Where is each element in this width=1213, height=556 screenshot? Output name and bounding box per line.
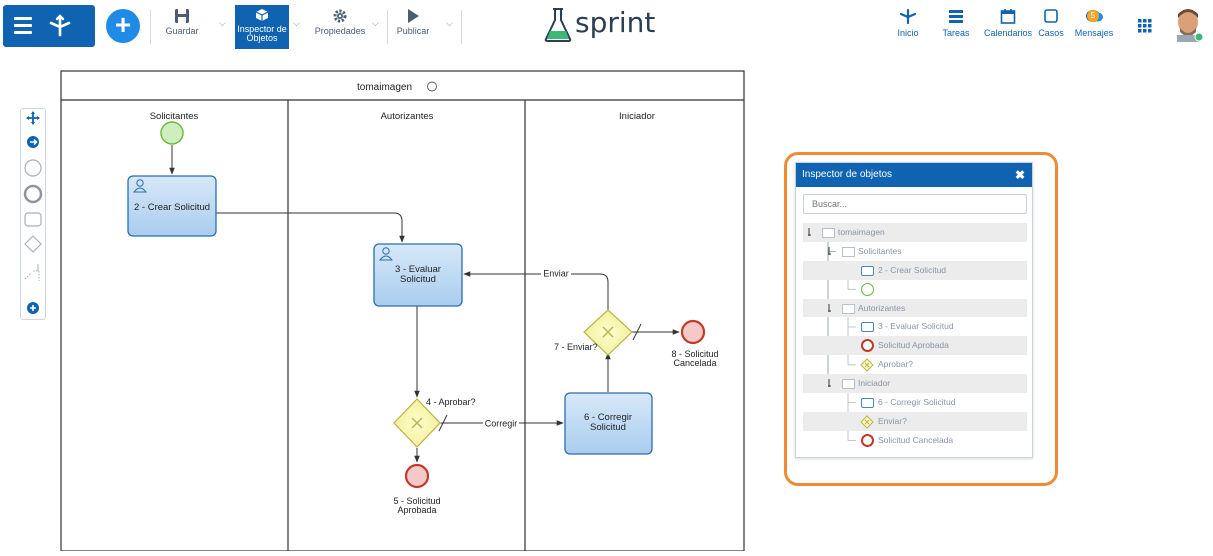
tree-node-lane[interactable]: Solicitantes (803, 242, 1027, 261)
home-process-icon (899, 8, 917, 25)
connector-icon[interactable] (24, 264, 40, 281)
expand-arrow-icon[interactable] (828, 303, 836, 313)
diagram-canvas[interactable]: tomaimagen Solicitantes Autorizantes Ini… (60, 70, 750, 556)
shape-palette (20, 108, 46, 320)
tree-node-task[interactable]: 6 - Corregir Solicitud (803, 393, 1027, 412)
flow-label-corregir: Corregir (485, 419, 518, 429)
play-icon (408, 9, 419, 23)
tasks-icon (949, 10, 963, 23)
lane-title-autorizantes: Autorizantes (381, 111, 434, 122)
apps-grid-icon[interactable] (1138, 19, 1152, 33)
pool-title: tomaimagen (357, 82, 412, 93)
nav-inicio[interactable]: Inicio (893, 8, 923, 38)
pool[interactable] (60, 70, 745, 552)
tree-node-end-event[interactable]: Solicitud Cancelada (803, 431, 1027, 450)
publish-button[interactable]: Publicar (393, 8, 433, 48)
messages-badge: 5 (1087, 10, 1099, 22)
task-evaluar-solicitud[interactable]: 3 - Evaluar Solicitud (373, 243, 463, 307)
chevron-down-icon[interactable]: ⌵ (293, 18, 300, 29)
inspector-search-input[interactable] (803, 194, 1027, 214)
tree-node-gateway[interactable]: Enviar? (803, 411, 1027, 431)
tree-node-pool[interactable]: tomaimagen (803, 223, 1027, 242)
end-event-aprobada[interactable] (404, 463, 430, 489)
inspector-title: Inspector de objetos (802, 169, 893, 180)
lane-title-solicitantes: Solicitantes (150, 111, 199, 122)
calendar-icon (1000, 9, 1016, 24)
lane-title-iniciador: Iniciador (619, 111, 655, 122)
move-tool-icon[interactable] (26, 111, 40, 125)
flow-label-enviar: Enviar (543, 269, 569, 279)
chevron-down-icon[interactable]: ⌵ (446, 18, 453, 29)
expand-arrow-icon[interactable] (808, 228, 816, 237)
save-icon (175, 9, 189, 23)
gateway-label-enviar: 7 - Enviar? (554, 342, 598, 352)
top-toolbar: + Guardar ⌵ Inspector de Objetos ⌵ Propi… (0, 0, 1213, 52)
toolbar-separator (150, 10, 151, 44)
inspector-header: Inspector de objetos ✖ (796, 163, 1032, 187)
end-event-icon[interactable] (23, 184, 43, 204)
end-label: Aprobada (397, 505, 436, 515)
task-corregir-solicitud[interactable]: 6 - Corregir Solicitud (564, 392, 653, 455)
gateway-icon (860, 358, 874, 372)
nav-tareas[interactable]: Tareas (939, 8, 973, 38)
properties-button[interactable]: Propiedades (312, 8, 368, 48)
gateway-icon (860, 415, 874, 429)
chevron-down-icon[interactable]: ⌵ (219, 18, 226, 29)
end-event-icon (861, 433, 874, 447)
chevron-down-icon[interactable]: ⌵ (372, 18, 379, 29)
gear-icon (333, 9, 347, 23)
end-label: Cancelada (673, 358, 716, 368)
nav-casos[interactable]: Casos (1037, 8, 1065, 38)
gateway-label-aprobar: 4 - Aprobar? (426, 397, 476, 407)
object-tree: tomaimagen Solicitantes 2 - Crear Solici… (803, 223, 1027, 450)
inspector-button[interactable]: Inspector de Objetos (235, 5, 289, 49)
gateway-icon[interactable] (24, 235, 42, 253)
task-label: Solicitud (400, 274, 436, 285)
process-logo-icon (49, 14, 71, 37)
tree-node-lane[interactable]: Autorizantes (803, 298, 1027, 318)
expand-arrow-icon[interactable] (828, 379, 836, 388)
toolbar-separator (387, 10, 388, 44)
nav-calendarios[interactable]: Calendarios (980, 8, 1036, 38)
hamburger-icon[interactable] (14, 17, 32, 35)
add-button[interactable]: + (106, 9, 140, 43)
task-label: Solicitud (590, 422, 626, 433)
task-icon[interactable] (24, 212, 42, 227)
flask-logo-icon (544, 8, 572, 42)
end-event-icon (861, 339, 874, 353)
add-more-icon[interactable] (27, 302, 39, 314)
tree-node-task[interactable]: 2 - Crear Solicitud (803, 260, 1027, 280)
brand-name: sprint (575, 6, 656, 39)
user-avatar[interactable] (1175, 8, 1203, 42)
tree-node-task[interactable]: 3 - Evaluar Solicitud (803, 317, 1027, 336)
arrow-circle-icon[interactable] (27, 136, 39, 148)
task-crear-solicitud[interactable]: 2 - Crear Solicitud (127, 175, 217, 237)
start-event-icon[interactable] (24, 159, 42, 177)
cases-icon (1044, 9, 1058, 23)
tree-node-gateway[interactable]: Aprobar? (803, 355, 1027, 374)
cube-icon (255, 9, 269, 21)
toolbar-separator (461, 10, 462, 44)
start-event-icon (861, 282, 874, 296)
close-icon[interactable]: ✖ (1015, 163, 1025, 187)
save-button[interactable]: Guardar (165, 8, 199, 48)
tree-node-start-event[interactable] (803, 280, 1027, 299)
task-label: 2 - Crear Solicitud (134, 202, 210, 213)
object-inspector-panel: Inspector de objetos ✖ tomaimagen Solici… (795, 162, 1033, 458)
tree-node-lane[interactable]: Iniciador (803, 374, 1027, 394)
start-event[interactable] (160, 121, 184, 145)
expand-arrow-icon[interactable] (828, 246, 836, 256)
end-event-cancelada[interactable] (680, 319, 706, 345)
tree-node-end-event[interactable]: Solicitud Aprobada (803, 336, 1027, 356)
main-menu-button[interactable] (3, 5, 95, 47)
pool-collapse-icon[interactable] (427, 81, 437, 92)
